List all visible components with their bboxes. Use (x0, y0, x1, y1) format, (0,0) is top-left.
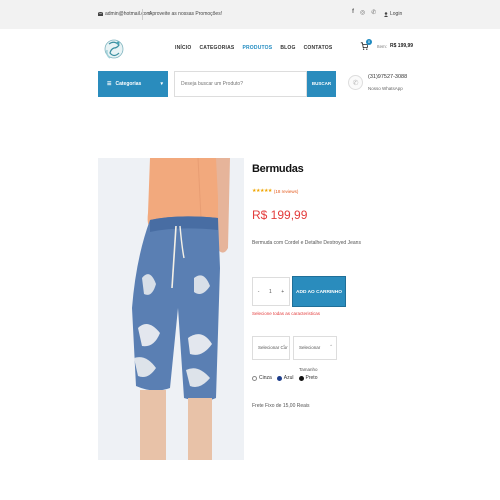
swatch-azul[interactable]: Azul (276, 375, 294, 381)
cart-widget[interactable]: 0 Item: R$ 199,99 (360, 39, 414, 50)
shipping-info: Frete Fixo de 15,00 Reais (252, 403, 310, 409)
nav-item-produtos[interactable]: PRODUTOS (242, 45, 272, 51)
user-icon (384, 11, 388, 17)
whatsapp-phone: (31)97527-3088 (368, 74, 408, 80)
color-dot-icon (276, 375, 282, 381)
search-input[interactable] (174, 71, 307, 97)
divider (142, 9, 143, 20)
search-button[interactable]: BUSCAR (307, 71, 336, 97)
color-swatches: Cinza Azul Preto (252, 375, 317, 381)
selection-warning: Selecione todas as caracteristicas (252, 311, 321, 316)
star-rating-icon: ★★★★★ (252, 188, 272, 194)
color-dot-icon (298, 375, 304, 381)
menu-icon: ☰ (107, 81, 112, 87)
decrement-button[interactable]: - (258, 289, 260, 295)
instagram-icon[interactable]: ◎ (360, 9, 365, 16)
swatch-preto[interactable]: Preto (298, 375, 318, 381)
swatch-label: Preto (305, 375, 318, 381)
categories-dropdown[interactable]: ☰ Categorias ▾ (98, 71, 168, 97)
promo-text: Aproveite as nossas Promoções! (149, 11, 223, 17)
whatsapp-icon[interactable]: ✆ (348, 75, 363, 90)
product-rating[interactable]: ★★★★★ (18 reviews) (252, 188, 298, 194)
cart-item-label: Item: (377, 43, 388, 49)
radio-icon (252, 375, 257, 381)
size-select[interactable]: Selecionar Tamanho ⌃ (293, 336, 337, 372)
reviews-count: (18 reviews) (273, 188, 299, 194)
product-description: Bermuda com Cordel e Detalhe Destroyed J… (252, 240, 361, 246)
social-links: f ◎ ✆ (352, 9, 376, 16)
whatsapp-icon[interactable]: ✆ (371, 9, 376, 16)
product-title: Bermudas (252, 163, 304, 175)
select-arrows-icon: ⌃ (282, 344, 286, 349)
cart-total: R$ 199,99 (390, 43, 414, 49)
email-text: admin@hotmail.com (105, 11, 151, 17)
swatch-label: Cinza (259, 375, 272, 381)
whatsapp-label: Nosso WhatsApp (368, 86, 403, 91)
login-label: Login (390, 11, 403, 17)
categories-label: Categorias (115, 81, 142, 87)
add-to-cart-button[interactable]: ADD AO CARRINHO (292, 276, 346, 307)
nav-item-inicio[interactable]: INÍCIO (175, 45, 191, 51)
mail-icon (98, 12, 103, 16)
main-nav: INÍCIO CATEGORIAS PRODUTOS BLOG CONTATOS (175, 45, 332, 51)
nav-item-contatos[interactable]: CONTATOS (304, 45, 333, 51)
select-arrows-icon: ⌃ (329, 344, 333, 349)
product-image[interactable] (98, 158, 244, 460)
quantity-stepper[interactable]: - 1 + (252, 277, 290, 306)
nav-item-blog[interactable]: BLOG (280, 45, 295, 51)
increment-button[interactable]: + (281, 289, 284, 295)
quantity-value: 1 (268, 288, 272, 295)
site-logo[interactable] (103, 36, 125, 62)
login-link[interactable]: Login (384, 11, 402, 17)
chevron-down-icon: ▾ (160, 81, 163, 87)
facebook-icon[interactable]: f (352, 9, 354, 16)
swatch-cinza[interactable]: Cinza (252, 375, 272, 381)
size-select-label: Selecionar Tamanho (299, 345, 321, 372)
cart-count-badge: 0 (366, 39, 372, 45)
color-select[interactable]: Selecionar Cor ⌃ (252, 336, 290, 360)
nav-item-categorias[interactable]: CATEGORIAS (199, 45, 234, 51)
top-bar: admin@hotmail.com Aproveite as nossas Pr… (0, 0, 500, 29)
product-price: R$ 199,99 (252, 208, 308, 222)
swatch-label: Azul (283, 375, 294, 381)
